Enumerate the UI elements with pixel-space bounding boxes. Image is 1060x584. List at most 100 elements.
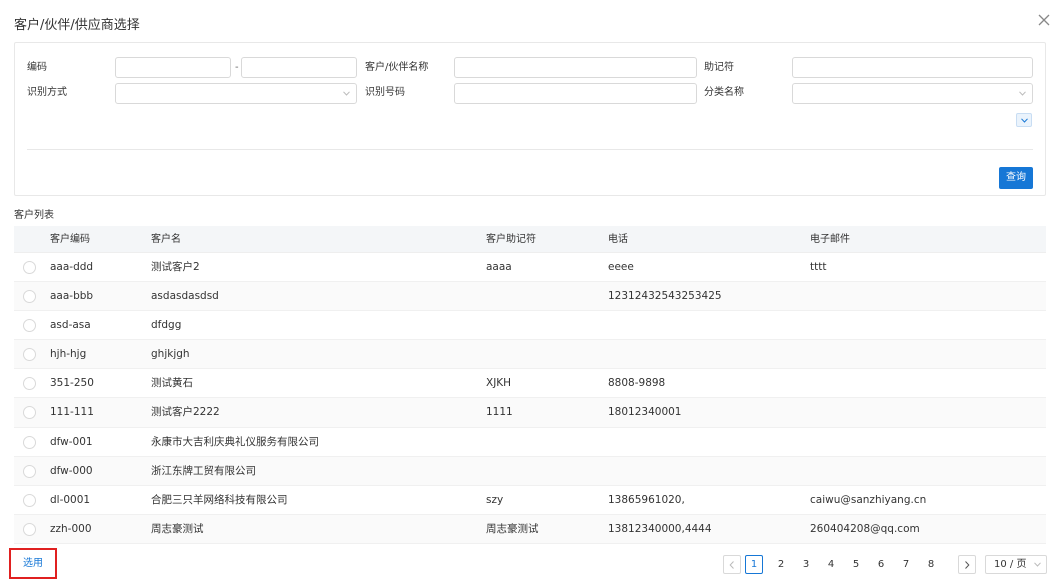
- cell-phone: eeee: [608, 261, 634, 273]
- chevron-left-icon: [729, 561, 734, 569]
- chevron-right-icon: [965, 561, 970, 569]
- row-radio[interactable]: [23, 464, 36, 478]
- code-label: 编码: [27, 62, 47, 73]
- chevron-down-icon: [1019, 91, 1026, 96]
- table-row[interactable]: zzh-000 周志豪测试 周志豪测试 13812340000,4444 260…: [14, 514, 1046, 544]
- table-header: 客户编码 客户名 客户助记符 电话 电子邮件: [14, 226, 1046, 253]
- cell-code: 351-250: [50, 377, 94, 390]
- chevron-down-icon: [343, 91, 350, 96]
- category-label: 分类名称: [704, 87, 744, 98]
- row-radio[interactable]: [23, 522, 36, 536]
- cell-code: aaa-ddd: [50, 261, 94, 273]
- row-radio[interactable]: [23, 377, 36, 391]
- filter-divider: [27, 149, 1033, 150]
- table-row[interactable]: aaa-ddd 测试客户2 aaaa eeee tttt: [14, 253, 1046, 283]
- column-mnemonic: 客户助记符: [486, 234, 536, 245]
- page-6[interactable]: 6: [872, 555, 890, 574]
- page-8[interactable]: 8: [922, 555, 940, 574]
- page-1[interactable]: 1: [745, 555, 763, 574]
- dialog-title: 客户/伙伴/供应商选择: [14, 18, 140, 33]
- cell-mnemonic: szy: [486, 493, 504, 506]
- cell-code: 111-111: [50, 406, 94, 419]
- cell-code: dl-0001: [50, 493, 91, 506]
- name-label: 客户/伙伴名称: [365, 62, 429, 73]
- page-7[interactable]: 7: [897, 555, 915, 574]
- next-page-button[interactable]: [958, 555, 976, 574]
- table-row[interactable]: aaa-bbb asdasdasdsd 12312432543253425: [14, 282, 1046, 312]
- filter-panel: 编码 - 客户/伙伴名称 助记符 识别方式 识别号码 分类名称 查询: [14, 42, 1046, 196]
- cell-code: dfw-001: [50, 435, 93, 448]
- table-row[interactable]: dfw-001 永康市大吉利庆典礼仪服务有限公司: [14, 428, 1046, 457]
- row-radio[interactable]: [23, 435, 36, 449]
- page-size-select[interactable]: 10 / 页: [985, 555, 1047, 574]
- page-size-value: 10 / 页: [994, 559, 1027, 570]
- cell-phone: 18012340001: [608, 406, 682, 419]
- mnemonic-label: 助记符: [704, 62, 734, 73]
- row-radio[interactable]: [23, 493, 36, 507]
- cell-email: tttt: [810, 261, 827, 273]
- cell-code: zzh-000: [50, 522, 92, 535]
- table-row[interactable]: hjh-hjg ghjkjgh: [14, 340, 1046, 370]
- row-radio[interactable]: [23, 290, 36, 304]
- cell-name: 浙江东牌工贸有限公司: [151, 464, 256, 477]
- cell-name: dfdgg: [151, 319, 182, 332]
- cell-code: asd-asa: [50, 319, 91, 332]
- cell-name: 合肥三只羊网络科技有限公司: [151, 493, 288, 506]
- cell-mnemonic: 周志豪测试: [486, 522, 539, 535]
- code-to-input[interactable]: [241, 57, 357, 78]
- cell-phone: 13865961020,: [608, 493, 685, 506]
- id-method-label: 识别方式: [27, 87, 67, 98]
- query-button[interactable]: 查询: [999, 167, 1033, 189]
- column-email: 电子邮件: [810, 234, 850, 245]
- cell-phone: 8808-9898: [608, 377, 666, 390]
- cell-code: hjh-hjg: [50, 348, 87, 361]
- column-phone: 电话: [608, 234, 628, 245]
- cell-name: asdasdasdsd: [151, 290, 219, 303]
- cell-mnemonic: 1111: [486, 406, 513, 419]
- row-radio[interactable]: [23, 261, 36, 274]
- customer-table: 客户编码 客户名 客户助记符 电话 电子邮件 aaa-ddd 测试客户2 aaa…: [14, 226, 1046, 544]
- customer-list-title: 客户列表: [14, 210, 54, 221]
- column-code: 客户编码: [50, 234, 90, 245]
- row-radio[interactable]: [23, 319, 36, 333]
- cell-name: ghjkjgh: [151, 348, 190, 361]
- table-row[interactable]: 351-250 测试黄石 XJKH 8808-9898: [14, 369, 1046, 399]
- table-row[interactable]: 111-111 测试客户2222 1111 18012340001: [14, 398, 1046, 428]
- code-from-input[interactable]: [115, 57, 231, 78]
- cell-name: 测试黄石: [151, 377, 193, 390]
- code-separator: -: [235, 62, 239, 73]
- column-name: 客户名: [151, 234, 181, 245]
- cell-phone: 12312432543253425: [608, 290, 722, 303]
- table-row[interactable]: dl-0001 合肥三只羊网络科技有限公司 szy 13865961020, c…: [14, 486, 1046, 515]
- cell-mnemonic: XJKH: [486, 377, 512, 390]
- name-input[interactable]: [454, 57, 697, 78]
- row-radio[interactable]: [23, 406, 36, 420]
- cell-code: aaa-bbb: [50, 290, 94, 303]
- category-select[interactable]: [792, 83, 1033, 104]
- chevron-down-icon: [1034, 562, 1041, 567]
- cell-email: 260404208@qq.com: [810, 522, 920, 535]
- page-4[interactable]: 4: [822, 555, 840, 574]
- table-row[interactable]: asd-asa dfdgg: [14, 311, 1046, 341]
- id-number-label: 识别号码: [365, 87, 405, 98]
- close-icon[interactable]: [1036, 12, 1052, 28]
- cell-name: 周志豪测试: [151, 522, 204, 535]
- cell-code: dfw-000: [50, 464, 93, 477]
- cell-phone: 13812340000,4444: [608, 522, 712, 535]
- mnemonic-input[interactable]: [792, 57, 1033, 78]
- page-3[interactable]: 3: [797, 555, 815, 574]
- cell-email: caiwu@sanzhiyang.cn: [810, 493, 927, 506]
- cell-name: 测试客户2222: [151, 406, 220, 419]
- cell-name: 永康市大吉利庆典礼仪服务有限公司: [151, 435, 319, 448]
- use-button[interactable]: 选用: [9, 548, 57, 579]
- id-method-select[interactable]: [115, 83, 357, 104]
- cell-name: 测试客户2: [151, 261, 200, 273]
- page-5[interactable]: 5: [847, 555, 865, 574]
- expand-filters-button[interactable]: [1016, 113, 1032, 127]
- prev-page-button[interactable]: [723, 555, 741, 574]
- table-row[interactable]: dfw-000 浙江东牌工贸有限公司: [14, 456, 1046, 486]
- chevron-down-icon: [1021, 118, 1028, 123]
- page-2[interactable]: 2: [772, 555, 790, 574]
- row-radio[interactable]: [23, 348, 36, 362]
- id-number-input[interactable]: [454, 83, 697, 104]
